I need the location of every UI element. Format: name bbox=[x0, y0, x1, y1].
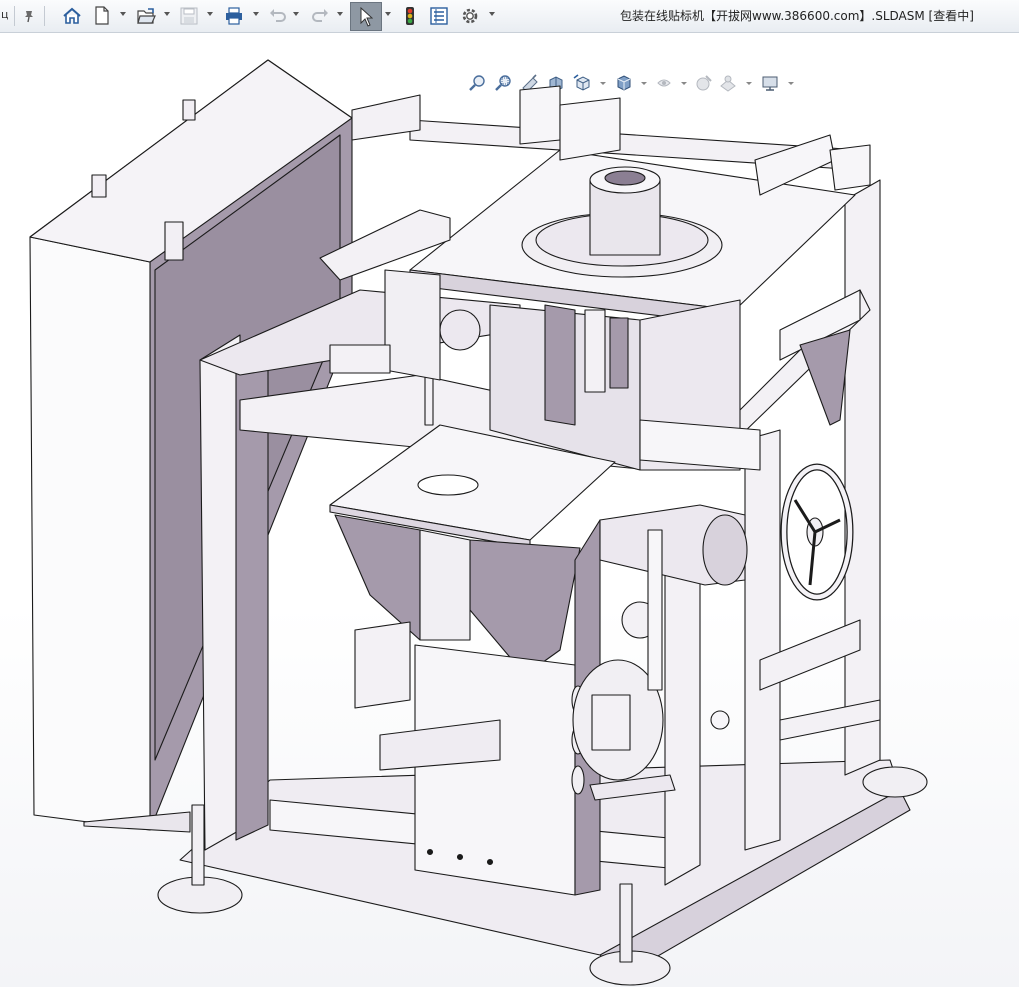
document-title: 包装在线贴标机【开拔网www.386600.com】.SLDASM [查看中] bbox=[620, 9, 974, 23]
toolbar-separator bbox=[44, 6, 45, 26]
gear-icon[interactable] bbox=[458, 3, 482, 28]
undo-dropdown-caret[interactable] bbox=[293, 12, 299, 16]
home-icon[interactable] bbox=[60, 3, 84, 28]
toolbar-separator bbox=[14, 6, 15, 26]
file-properties-icon[interactable] bbox=[428, 3, 450, 28]
print-dropdown-caret[interactable] bbox=[253, 12, 259, 16]
new-document-icon[interactable] bbox=[92, 3, 112, 28]
select-dropdown-caret[interactable] bbox=[385, 12, 391, 16]
open-folder-icon[interactable] bbox=[134, 3, 158, 28]
print-icon[interactable] bbox=[222, 3, 246, 28]
labeler-machine-model[interactable] bbox=[0, 33, 1019, 987]
clipped-menu-glyph: ц bbox=[1, 8, 9, 21]
electrical-cabinet bbox=[29, 59, 353, 833]
graphics-area[interactable] bbox=[0, 33, 1019, 987]
handwheel[interactable] bbox=[780, 463, 854, 601]
main-toolbar: ц 包装在线贴标机【开拔网www.386600.com】.SLDASM [查看中… bbox=[0, 0, 1019, 33]
pin-icon[interactable] bbox=[20, 3, 38, 28]
undo-icon[interactable] bbox=[266, 3, 288, 28]
save-icon[interactable] bbox=[178, 3, 200, 28]
redo-dropdown-caret[interactable] bbox=[337, 12, 343, 16]
traffic-light-icon[interactable] bbox=[400, 3, 420, 28]
redo-icon[interactable] bbox=[310, 3, 332, 28]
options-dropdown-caret[interactable] bbox=[489, 12, 495, 16]
new-dropdown-caret[interactable] bbox=[120, 12, 126, 16]
select-arrow-icon[interactable] bbox=[350, 2, 382, 31]
save-dropdown-caret[interactable] bbox=[207, 12, 213, 16]
open-dropdown-caret[interactable] bbox=[164, 12, 170, 16]
